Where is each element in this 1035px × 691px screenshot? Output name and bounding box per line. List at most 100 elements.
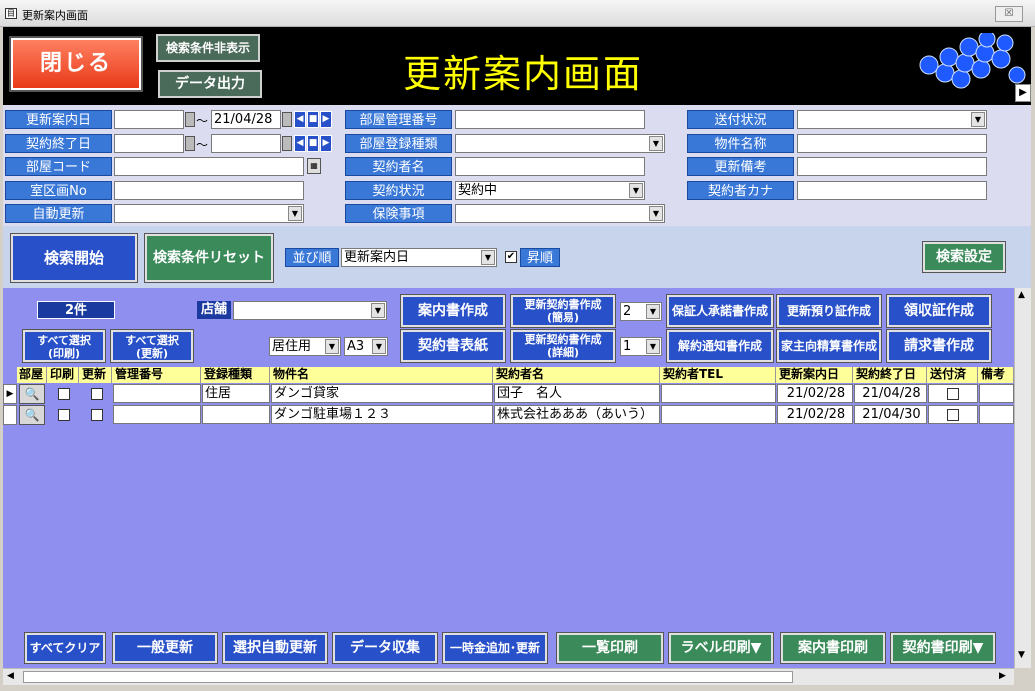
lump-add-button[interactable]: 一時金追加･更新 [442, 632, 548, 664]
chevron-down-icon[interactable]: ▼ [646, 339, 660, 354]
room-reg-type-select[interactable]: ▼ [455, 134, 665, 153]
print-checkbox[interactable] [58, 409, 70, 421]
magnifier-icon[interactable]: 🔍 [19, 384, 45, 404]
guide-print-button[interactable]: 案内書印刷 [780, 632, 886, 664]
cell-reg-type[interactable]: 住居 [202, 384, 270, 403]
calendar-icon[interactable] [282, 112, 292, 127]
cell-property[interactable]: ダンゴ貸家 [271, 384, 493, 403]
contract-end-from-input[interactable] [114, 134, 184, 153]
print-checkbox[interactable] [58, 388, 70, 400]
cell-note[interactable] [979, 405, 1014, 424]
contract-status-select[interactable]: 契約中 ▼ [455, 181, 645, 200]
close-button[interactable]: 閉じる [9, 36, 143, 92]
horizontal-scrollbar[interactable]: ◀ ▶ [3, 668, 1014, 685]
renew-deposit-button[interactable]: 更新預り証作成 [776, 294, 882, 328]
renewal-date-to-input[interactable]: 21/04/28 [211, 110, 281, 129]
cell-note[interactable] [979, 384, 1014, 403]
cell-end-date[interactable]: 21/04/30 [854, 405, 927, 424]
renew-checkbox[interactable] [91, 409, 103, 421]
list-print-button[interactable]: 一覧印刷 [556, 632, 664, 664]
select-all-renew-button[interactable]: すべて選択 (更新) [110, 329, 194, 363]
cell-tel[interactable] [661, 405, 776, 424]
search-settings-button[interactable]: 検索設定 [922, 241, 1006, 273]
renew-contract-detail-button[interactable]: 更新契約書作成 (詳細) [510, 329, 616, 363]
sort-select[interactable]: 更新案内日 ▼ [341, 248, 497, 267]
chevron-down-icon[interactable]: ▼ [629, 183, 643, 198]
prev-icon[interactable]: ◀ [294, 111, 306, 128]
contract-cover-button[interactable]: 契約書表紙 [400, 329, 506, 363]
calendar-icon[interactable] [185, 112, 195, 127]
store-select[interactable]: ▼ [233, 301, 387, 320]
scroll-down-icon[interactable]: ▼ [1018, 650, 1025, 660]
chevron-down-icon[interactable]: ▼ [481, 250, 495, 265]
renew-contract-simple-button[interactable]: 更新契約書作成 (簡易) [510, 294, 616, 328]
grid-picker-icon[interactable]: ▦ [307, 158, 321, 174]
sent-checkbox[interactable] [947, 409, 959, 421]
search-start-button[interactable]: 検索開始 [10, 233, 138, 283]
cell-reg-type[interactable] [202, 405, 270, 424]
expand-arrow-icon[interactable]: ▶ [1015, 84, 1031, 102]
cell-tel[interactable] [661, 384, 776, 403]
room-code-input[interactable] [114, 157, 304, 176]
next-icon[interactable]: ▶ [320, 135, 332, 152]
receipt-create-button[interactable]: 領収証作成 [886, 294, 992, 328]
cell-renewal-date[interactable]: 21/02/28 [777, 405, 853, 424]
invoice-create-button[interactable]: 請求書作成 [886, 329, 992, 363]
chevron-down-icon[interactable]: ▼ [649, 206, 663, 221]
contractor-name-input[interactable] [455, 157, 645, 176]
calendar-icon[interactable] [282, 136, 292, 151]
property-name-input[interactable] [797, 134, 987, 153]
copies-select-1[interactable]: 2 ▼ [620, 302, 662, 321]
asc-checkbox[interactable]: ✔ [505, 251, 517, 263]
calendar-icon[interactable] [185, 136, 195, 151]
data-collect-button[interactable]: データ収集 [332, 632, 438, 664]
room-mgmt-no-input[interactable] [455, 110, 645, 129]
row-selector[interactable] [3, 405, 17, 425]
hide-conditions-button[interactable]: 検索条件非表示 [156, 34, 260, 62]
stop-icon[interactable]: ■ [307, 135, 319, 152]
scroll-left-icon[interactable]: ◀ [7, 671, 14, 681]
contract-end-to-input[interactable] [211, 134, 281, 153]
clear-all-button[interactable]: すべてクリア [24, 632, 106, 664]
chevron-down-icon[interactable]: ▼ [325, 339, 339, 354]
row-selector-icon[interactable]: ▶ [3, 384, 17, 404]
cancel-notice-button[interactable]: 解約通知書作成 [666, 329, 774, 363]
data-export-button[interactable]: データ出力 [158, 70, 262, 98]
renewal-note-input[interactable] [797, 157, 987, 176]
chevron-down-icon[interactable]: ▼ [649, 136, 663, 151]
insurance-select[interactable]: ▼ [455, 204, 665, 223]
search-reset-button[interactable]: 検索条件リセット [144, 233, 274, 283]
next-icon[interactable]: ▶ [320, 111, 332, 128]
cell-renewal-date[interactable]: 21/02/28 [777, 384, 853, 403]
chevron-down-icon[interactable]: ▼ [971, 112, 985, 127]
guarantor-consent-button[interactable]: 保証人承諾書作成 [666, 294, 774, 328]
renew-checkbox[interactable] [91, 388, 103, 400]
contract-print-button[interactable]: 契約書印刷▼ [890, 632, 996, 664]
magnifier-icon[interactable]: 🔍 [19, 405, 45, 425]
general-renew-button[interactable]: 一般更新 [112, 632, 218, 664]
landlord-settlement-button[interactable]: 家主向精算書作成 [776, 329, 882, 363]
contractor-kana-input[interactable] [797, 181, 987, 200]
prev-icon[interactable]: ◀ [294, 135, 306, 152]
chevron-down-icon[interactable]: ▼ [371, 303, 385, 318]
cell-contractor[interactable]: 株式会社あああ（あいう） [494, 405, 660, 424]
chevron-down-icon[interactable]: ▼ [372, 339, 386, 354]
scroll-up-icon[interactable]: ▲ [1018, 290, 1025, 300]
auto-renew-select[interactable]: ▼ [114, 204, 304, 223]
selected-auto-renew-button[interactable]: 選択自動更新 [222, 632, 328, 664]
paper-size-select[interactable]: A3 ▼ [344, 337, 388, 356]
cell-end-date[interactable]: 21/04/28 [854, 384, 927, 403]
scroll-thumb[interactable] [23, 671, 793, 683]
cell-mgmt-no[interactable] [113, 384, 201, 403]
room-section-input[interactable] [114, 181, 304, 200]
copies-select-2[interactable]: 1 ▼ [620, 337, 662, 356]
guide-create-button[interactable]: 案内書作成 [400, 294, 506, 328]
chevron-down-icon[interactable]: ▼ [646, 304, 660, 319]
cell-mgmt-no[interactable] [113, 405, 201, 424]
cell-property[interactable]: ダンゴ駐車場１２３ [271, 405, 493, 424]
send-status-select[interactable]: ▼ [797, 110, 987, 129]
cell-contractor[interactable]: 団子 名人 [494, 384, 660, 403]
vertical-scrollbar[interactable]: ▲ ▼ [1014, 288, 1031, 668]
scroll-right-icon[interactable]: ▶ [999, 671, 1006, 681]
chevron-down-icon[interactable]: ▼ [288, 206, 302, 221]
